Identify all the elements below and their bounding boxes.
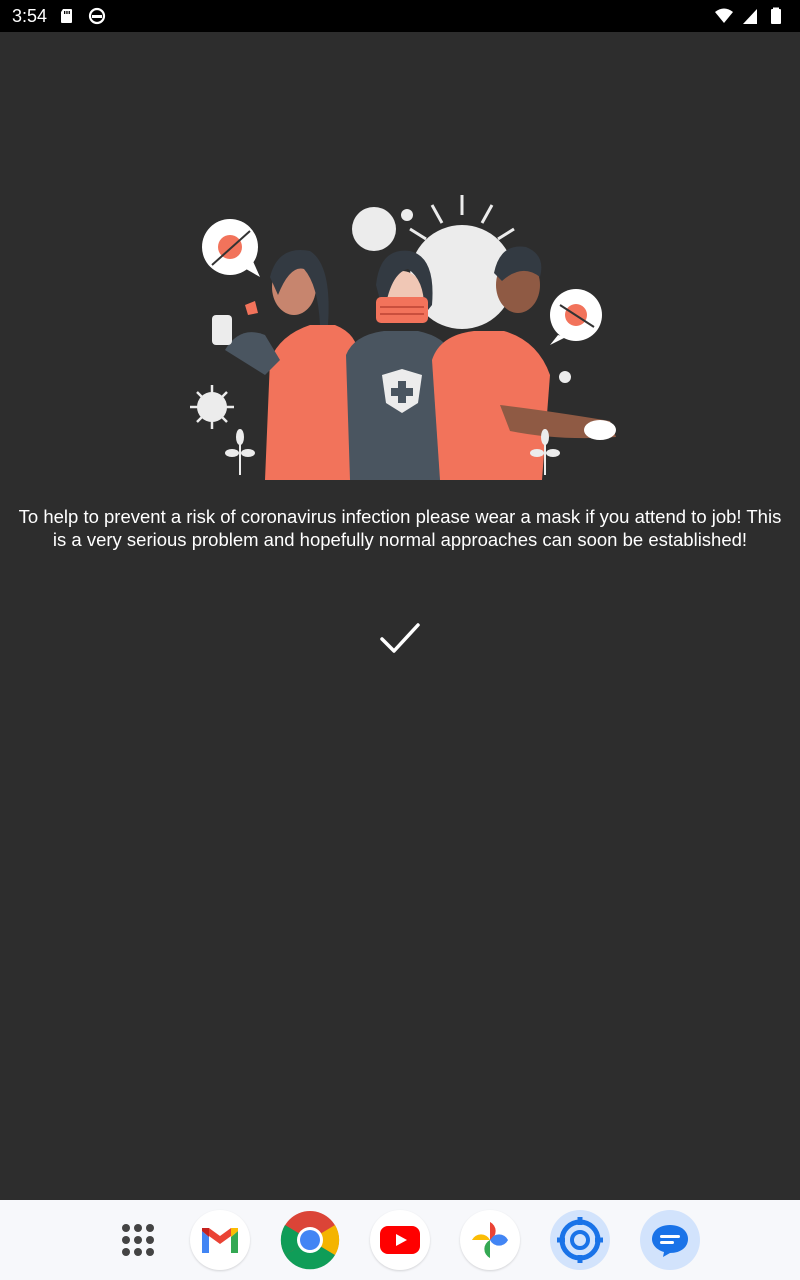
messages-icon[interactable] xyxy=(640,1210,700,1270)
checkmark-icon xyxy=(378,620,422,661)
youtube-icon[interactable] xyxy=(370,1210,430,1270)
status-left: 3:54 xyxy=(12,6,107,27)
photos-icon[interactable] xyxy=(460,1210,520,1270)
sync-icon xyxy=(87,6,107,26)
target-app-icon[interactable] xyxy=(550,1210,610,1270)
app-drawer-icon[interactable] xyxy=(108,1210,168,1270)
sd-card-icon xyxy=(57,6,77,26)
confirm-button[interactable] xyxy=(374,614,426,666)
battery-icon xyxy=(766,6,786,26)
gmail-icon[interactable] xyxy=(190,1210,250,1270)
people-wearing-masks-illustration xyxy=(170,185,630,480)
message-line-1: To help to prevent a risk of coronavirus… xyxy=(18,506,782,527)
status-time: 3:54 xyxy=(12,5,48,26)
status-right xyxy=(714,6,786,26)
message-line-2: is a very serious problem and hopefully … xyxy=(52,529,748,550)
status-bar: 3:54 xyxy=(0,0,800,32)
signal-icon xyxy=(740,6,760,26)
mask-warning-message: To help to prevent a risk of coronavirus… xyxy=(0,505,800,551)
wifi-icon xyxy=(714,6,734,26)
chrome-icon[interactable] xyxy=(280,1210,340,1270)
app-dock xyxy=(0,1200,800,1280)
